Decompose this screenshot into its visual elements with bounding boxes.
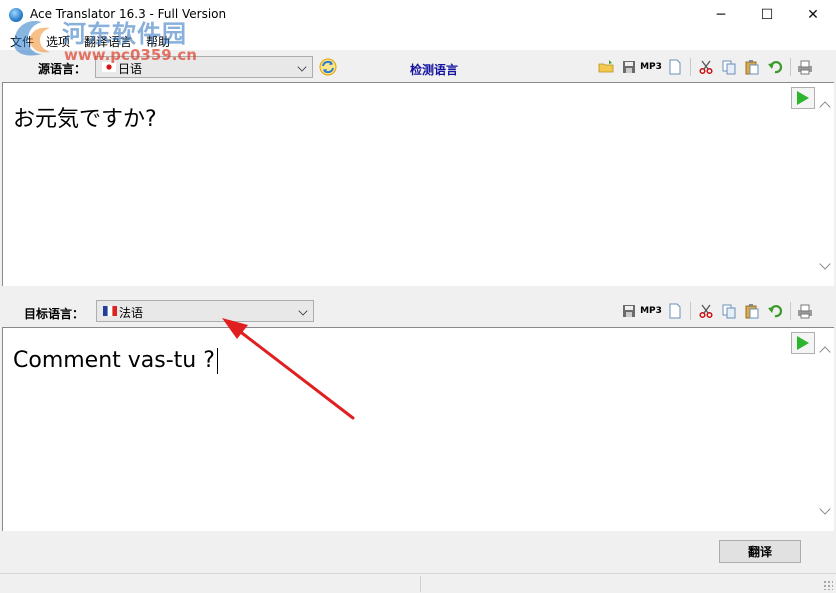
source-toolbar: 源语言： 日语 检测语言 MP3 bbox=[0, 52, 836, 82]
toolbar-divider bbox=[790, 58, 791, 76]
action-bar: 翻译 bbox=[0, 532, 836, 572]
scroll-up-icon[interactable] bbox=[819, 101, 831, 113]
mp3-export-button[interactable]: MP3 bbox=[640, 302, 662, 320]
translate-button[interactable]: 翻译 bbox=[719, 540, 801, 563]
save-icon[interactable] bbox=[620, 302, 638, 320]
detect-language-link[interactable]: 检测语言 bbox=[410, 61, 458, 78]
app-globe-icon bbox=[9, 8, 23, 22]
open-folder-icon[interactable] bbox=[597, 58, 615, 76]
chevron-down-icon bbox=[298, 306, 308, 316]
text-caret bbox=[216, 348, 218, 374]
print-icon[interactable] bbox=[796, 302, 814, 320]
scroll-down-icon[interactable] bbox=[819, 258, 831, 270]
menu-help[interactable]: 帮助 bbox=[146, 33, 170, 50]
target-language-select[interactable]: 法语 bbox=[96, 300, 314, 322]
minimize-button[interactable]: ─ bbox=[698, 0, 744, 30]
play-icon bbox=[797, 91, 809, 105]
undo-icon[interactable] bbox=[766, 302, 784, 320]
status-bar bbox=[0, 573, 836, 593]
play-icon bbox=[797, 336, 809, 350]
paste-icon[interactable] bbox=[743, 58, 761, 76]
chevron-down-icon bbox=[297, 62, 307, 72]
source-scrollbar[interactable] bbox=[817, 83, 834, 286]
source-language-select[interactable]: 日语 bbox=[95, 56, 313, 78]
source-language-value: 日语 bbox=[118, 62, 143, 76]
menu-options[interactable]: 选项 bbox=[46, 33, 70, 50]
copy-icon[interactable] bbox=[720, 58, 738, 76]
print-icon[interactable] bbox=[796, 58, 814, 76]
status-divider bbox=[420, 576, 421, 592]
swap-languages-icon[interactable] bbox=[318, 57, 338, 77]
save-icon[interactable] bbox=[620, 58, 638, 76]
close-button[interactable]: ✕ bbox=[790, 0, 836, 30]
target-text-area[interactable]: Comment vas-tu ? bbox=[2, 327, 834, 531]
target-text-wrapper: Comment vas-tu ? bbox=[13, 348, 218, 374]
toolbar-divider bbox=[690, 302, 691, 320]
scroll-up-icon[interactable] bbox=[819, 346, 831, 358]
menu-bar: 文件 选项 翻译语言 帮助 bbox=[0, 30, 836, 50]
menu-translation-language[interactable]: 翻译语言 bbox=[84, 33, 132, 50]
toolbar-divider bbox=[790, 302, 791, 320]
target-language-label: 目标语言： bbox=[24, 307, 85, 321]
window-title: Ace Translator 16.3 - Full Version bbox=[30, 7, 227, 21]
mp3-export-button[interactable]: MP3 bbox=[640, 58, 662, 76]
target-language-value: 法语 bbox=[119, 306, 144, 320]
title-bar: Ace Translator 16.3 - Full Version ─ ☐ ✕ bbox=[0, 0, 836, 30]
play-source-button[interactable] bbox=[791, 87, 815, 109]
source-text-area[interactable]: お元気ですか? bbox=[2, 82, 834, 286]
source-text: お元気ですか? bbox=[13, 107, 157, 132]
new-document-icon[interactable] bbox=[666, 58, 684, 76]
cut-icon[interactable] bbox=[697, 58, 715, 76]
cut-icon[interactable] bbox=[697, 302, 715, 320]
scroll-down-icon[interactable] bbox=[819, 503, 831, 515]
play-target-button[interactable] bbox=[791, 332, 815, 354]
paste-icon[interactable] bbox=[743, 302, 761, 320]
menu-file[interactable]: 文件 bbox=[10, 33, 34, 50]
target-text: Comment vas-tu ? bbox=[13, 348, 215, 373]
japan-flag-icon bbox=[102, 62, 116, 72]
new-document-icon[interactable] bbox=[666, 302, 684, 320]
source-language-label: 源语言： bbox=[38, 62, 87, 76]
target-scrollbar[interactable] bbox=[817, 328, 834, 531]
undo-icon[interactable] bbox=[766, 58, 784, 76]
copy-icon[interactable] bbox=[720, 302, 738, 320]
target-toolbar: 目标语言： 法语 MP3 bbox=[0, 297, 836, 327]
toolbar-divider bbox=[690, 58, 691, 76]
maximize-button[interactable]: ☐ bbox=[744, 0, 790, 30]
france-flag-icon bbox=[103, 306, 117, 316]
resize-grip-icon[interactable] bbox=[823, 580, 833, 590]
